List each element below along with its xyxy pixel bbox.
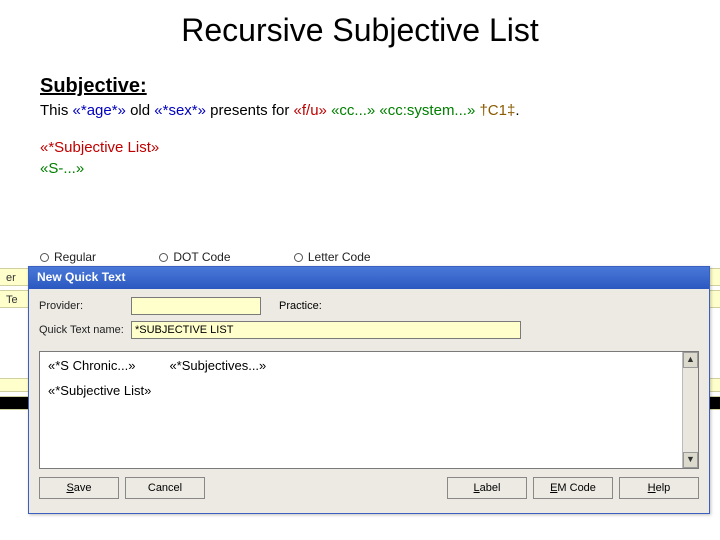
subjective-template-line: This «*age*» old «*sex*» presents for «f… (40, 102, 680, 119)
radio-strip: Regular DOT Code Letter Code (40, 250, 700, 266)
btn-text: ave (74, 482, 92, 494)
slide-title: Recursive Subjective List (0, 0, 720, 55)
button-spacer (211, 477, 441, 499)
help-button[interactable]: Help (619, 477, 699, 499)
cancel-button[interactable]: Cancel (125, 477, 205, 499)
provider-input[interactable] (131, 297, 261, 315)
radio-label: DOT Code (173, 250, 230, 264)
btn-text: abel (480, 482, 501, 494)
radio-icon (40, 253, 49, 262)
quicktext-name-row: Quick Text name: (39, 321, 699, 339)
quicktext-name-input[interactable] (131, 321, 521, 339)
dialog-form: Provider: Practice: Quick Text name: (29, 289, 709, 349)
provider-row: Provider: Practice: (39, 297, 699, 315)
token-subjective-list[interactable]: «*Subjective List» (48, 383, 151, 398)
subjective-heading: Subjective: (40, 75, 680, 98)
radio-icon (294, 253, 303, 262)
scroll-up-icon[interactable]: ▲ (683, 352, 698, 368)
provider-label: Provider: (39, 300, 131, 312)
scroll-down-icon[interactable]: ▼ (683, 452, 698, 468)
btn-text: Cancel (148, 482, 182, 494)
editor-scrollbar[interactable]: ▲ ▼ (682, 352, 698, 468)
practice-label: Practice: (279, 300, 339, 312)
text-this: This (40, 102, 73, 119)
btn-text: elp (656, 482, 671, 494)
fu-token[interactable]: «f/u» (294, 102, 327, 119)
label-button[interactable]: Label (447, 477, 527, 499)
editor-textarea[interactable]: «*S Chronic...» «*Subjectives...» «*Subje… (40, 352, 682, 468)
subjective-list-token[interactable]: «*Subjective List» (40, 137, 680, 158)
new-quick-text-dialog: New Quick Text Provider: Practice: Quick… (28, 266, 710, 514)
save-button[interactable]: Save (39, 477, 119, 499)
em-code-button[interactable]: EM Code (533, 477, 613, 499)
c1-token[interactable]: †C1‡ (479, 102, 515, 119)
text-period: . (515, 102, 519, 119)
dialog-button-row: Save Cancel Label EM Code Help (29, 469, 709, 499)
radio-label: Letter Code (308, 250, 371, 264)
radio-label: Regular (54, 250, 96, 264)
subjective-list-tokens: «*Subjective List» «S-...» (40, 137, 680, 179)
sex-token[interactable]: «*sex*» (154, 102, 206, 119)
age-token[interactable]: «*age*» (73, 102, 126, 119)
token-s-chronic[interactable]: «*S Chronic...» (48, 358, 135, 373)
quicktext-name-label: Quick Text name: (39, 324, 131, 336)
radio-dot-code[interactable]: DOT Code (159, 250, 230, 264)
document-area: Subjective: This «*age*» old «*sex*» pre… (0, 55, 720, 189)
radio-letter-code[interactable]: Letter Code (294, 250, 371, 264)
text-presents: presents for (206, 102, 294, 119)
text-old: old (126, 102, 154, 119)
btn-text: M Code (557, 482, 596, 494)
cc-system-token[interactable]: «cc:system...» (379, 102, 475, 119)
radio-regular[interactable]: Regular (40, 250, 96, 264)
token-subjectives[interactable]: «*Subjectives...» (169, 358, 266, 373)
cc-token[interactable]: «cc...» (331, 102, 375, 119)
radio-icon (159, 253, 168, 262)
s-token[interactable]: «S-...» (40, 158, 680, 179)
dialog-titlebar[interactable]: New Quick Text (29, 267, 709, 289)
app-background-region: Regular DOT Code Letter Code er Te New Q… (0, 250, 720, 540)
editor-container: «*S Chronic...» «*Subjectives...» «*Subje… (39, 351, 699, 469)
